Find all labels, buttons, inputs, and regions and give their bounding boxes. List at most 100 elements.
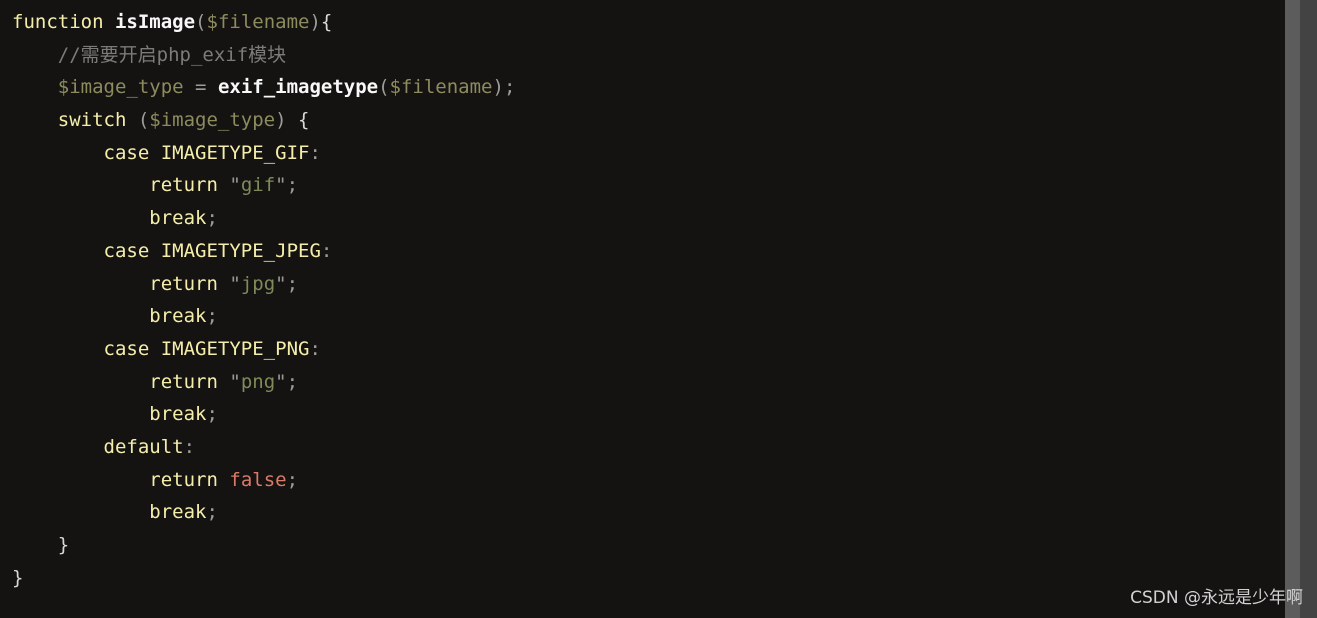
code-token: return — [149, 370, 218, 393]
code-token: : — [320, 239, 333, 262]
code-token: ; — [286, 468, 299, 491]
code-token: png — [240, 370, 276, 393]
code-token: function — [12, 11, 104, 33]
code-line: function isImage($filename){ — [0, 6, 515, 39]
code-line: } — [0, 529, 515, 562]
vertical-scrollbar-track[interactable] — [1285, 0, 1317, 618]
code-token: break — [149, 403, 207, 426]
code-screenshot: function isImage($filename){ //需要开启php_e… — [0, 0, 1317, 618]
code-line: break; — [0, 202, 515, 235]
code-token: IMAGETYPE_PNG — [160, 337, 310, 360]
code-token: { — [320, 11, 333, 33]
csdn-watermark: CSDN @永远是少年啊 — [1130, 588, 1303, 608]
code-token: : — [309, 337, 321, 360]
code-token: $image_type — [57, 76, 184, 99]
code-token: " — [275, 174, 287, 197]
code-token: ; — [286, 174, 299, 197]
code-token: " — [229, 370, 241, 393]
code-token: jpg — [240, 272, 276, 295]
code-line: case IMAGETYPE_PNG: — [0, 333, 515, 366]
code-line: return false; — [0, 464, 515, 497]
code-token: case — [103, 141, 150, 164]
code-token: //需要开启php_exif模块 — [57, 43, 287, 66]
code-line: switch ($image_type) { — [0, 104, 515, 137]
code-token: $filename — [206, 11, 310, 33]
code-token: false — [229, 468, 287, 491]
code-token: " — [275, 272, 287, 295]
code-line: return "gif"; — [0, 169, 515, 202]
code-token: " — [229, 174, 241, 197]
code-token: IMAGETYPE_GIF — [160, 141, 310, 164]
code-token: " — [229, 272, 241, 295]
code-token: switch — [57, 109, 127, 132]
code-token: ) — [309, 11, 321, 33]
code-line: } — [0, 562, 515, 595]
code-token: $filename — [389, 76, 493, 99]
code-editor-surface[interactable]: function isImage($filename){ //需要开启php_e… — [0, 0, 1285, 618]
code-token: $image_type — [149, 109, 276, 132]
code-token: isImage — [114, 11, 196, 33]
code-line: break; — [0, 496, 515, 529]
code-block[interactable]: function isImage($filename){ //需要开启php_e… — [0, 6, 515, 594]
vertical-scrollbar-thumb[interactable] — [1285, 0, 1300, 618]
code-token: ; — [206, 207, 218, 230]
code-token: gif — [240, 174, 276, 197]
code-line: case IMAGETYPE_GIF: — [0, 137, 515, 170]
code-token: : — [309, 141, 321, 164]
code-token: return — [149, 468, 218, 491]
code-line: break; — [0, 300, 515, 333]
code-token: ( — [126, 109, 150, 132]
code-token: ; — [206, 501, 218, 524]
code-token: break — [149, 501, 207, 524]
code-line: $image_type = exif_imagetype($filename); — [0, 71, 516, 104]
code-token: case — [103, 337, 150, 360]
code-token: ) — [275, 109, 299, 132]
code-token: exif_imagetype — [217, 76, 379, 99]
code-line: default: — [0, 431, 515, 464]
code-token: return — [149, 272, 218, 295]
code-token: ; — [286, 272, 299, 295]
code-line: return "jpg"; — [0, 268, 515, 301]
code-token: } — [12, 566, 24, 589]
code-token: IMAGETYPE_JPEG — [160, 239, 321, 262]
code-token: " — [275, 370, 287, 393]
code-token: } — [57, 534, 70, 556]
code-token: = — [183, 76, 218, 99]
code-token: default — [103, 435, 184, 458]
code-token: ( — [195, 11, 207, 33]
code-token: : — [183, 435, 196, 458]
code-line: return "png"; — [0, 366, 515, 399]
code-token: ; — [206, 305, 218, 328]
code-token: ; — [206, 403, 218, 426]
code-token: ); — [492, 76, 516, 99]
code-token: case — [103, 239, 150, 262]
code-token: return — [149, 174, 218, 197]
code-line: //需要开启php_exif模块 — [0, 39, 515, 72]
code-token: break — [149, 305, 207, 328]
code-token: break — [149, 207, 207, 230]
code-line: case IMAGETYPE_JPEG: — [0, 235, 515, 268]
code-token: ( — [378, 76, 390, 99]
